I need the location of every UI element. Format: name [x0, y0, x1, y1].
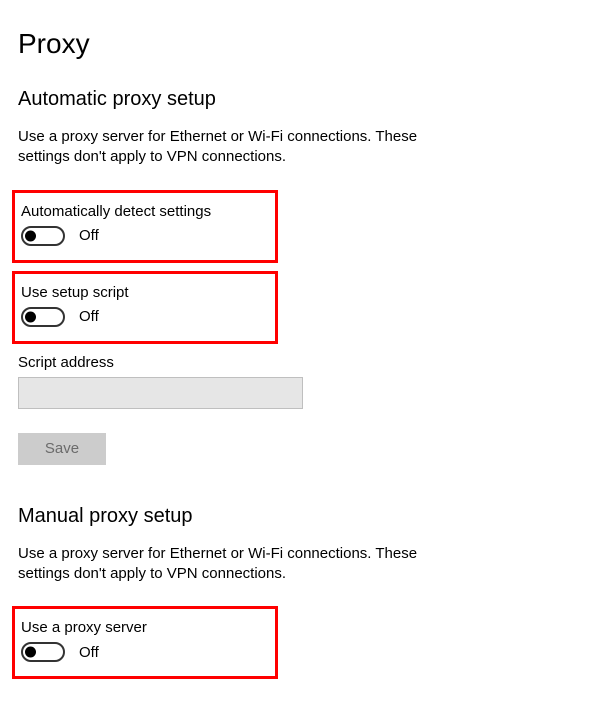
toggle-knob-icon: [25, 311, 36, 322]
script-address-label: Script address: [18, 354, 589, 371]
use-script-toggle[interactable]: [21, 307, 65, 327]
auto-detect-block: Automatically detect settings Off: [18, 197, 272, 254]
toggle-knob-icon: [25, 647, 36, 658]
auto-detect-toggle[interactable]: [21, 226, 65, 246]
use-proxy-label: Use a proxy server: [21, 619, 269, 636]
automatic-desc: Use a proxy server for Ethernet or Wi-Fi…: [18, 127, 463, 168]
use-script-state: Off: [79, 308, 99, 325]
use-script-label: Use setup script: [21, 284, 269, 301]
toggle-knob-icon: [25, 230, 36, 241]
use-proxy-block: Use a proxy server Off: [18, 613, 272, 670]
use-script-block: Use setup script Off: [18, 278, 272, 335]
section-title-manual: Manual proxy setup: [18, 505, 589, 528]
highlight-use-script: Use setup script Off: [12, 271, 278, 344]
auto-detect-label: Automatically detect settings: [21, 203, 269, 220]
manual-desc: Use a proxy server for Ethernet or Wi-Fi…: [18, 544, 463, 585]
use-proxy-toggle[interactable]: [21, 642, 65, 662]
save-button[interactable]: Save: [18, 433, 106, 465]
auto-detect-state: Off: [79, 227, 99, 244]
script-address-input[interactable]: [18, 377, 303, 409]
use-proxy-state: Off: [79, 644, 99, 661]
highlight-auto-detect: Automatically detect settings Off: [12, 190, 278, 263]
page-title: Proxy: [18, 28, 589, 60]
highlight-use-proxy: Use a proxy server Off: [12, 606, 278, 679]
section-title-automatic: Automatic proxy setup: [18, 88, 589, 111]
